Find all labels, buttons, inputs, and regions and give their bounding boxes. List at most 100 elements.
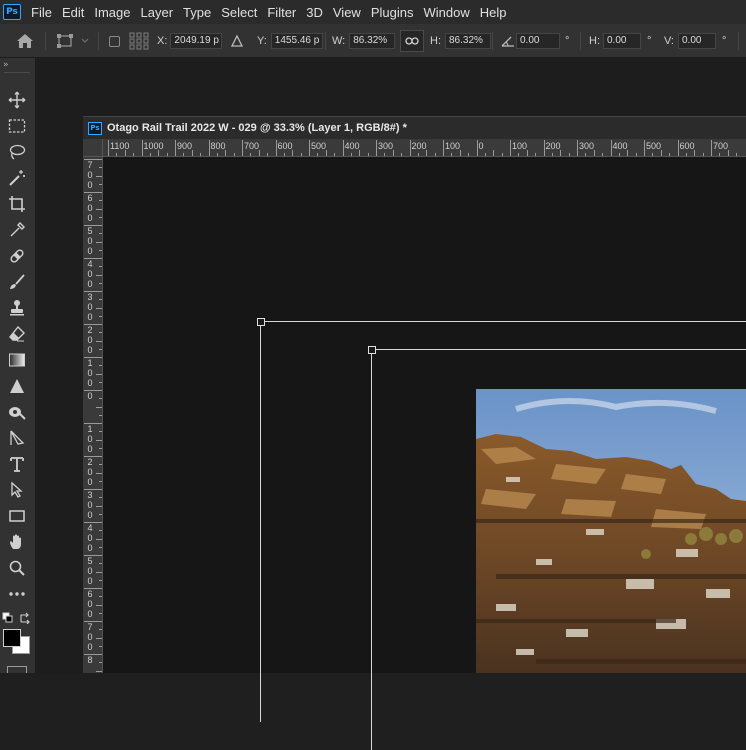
- y-position-field[interactable]: 1455.46 p: [270, 33, 323, 49]
- menu-window[interactable]: Window: [423, 5, 477, 20]
- horizontal-skew-field[interactable]: 0.00: [603, 33, 641, 49]
- healing-brush-icon[interactable]: [4, 245, 30, 267]
- ruler-minor-tick: [652, 153, 654, 156]
- dodge-icon[interactable]: [4, 401, 30, 423]
- rotate-field[interactable]: 0.00: [516, 33, 560, 49]
- ruler-left-label: 400: [87, 259, 93, 289]
- ruler-minor-tick: [392, 150, 394, 156]
- transform-handle-top-left-inner[interactable]: [368, 346, 376, 354]
- menu-filter[interactable]: Filter: [267, 5, 304, 20]
- lasso-icon[interactable]: [4, 141, 30, 163]
- clone-stamp-icon[interactable]: [4, 297, 30, 319]
- collapse-icon[interactable]: »: [3, 60, 9, 70]
- rectangle-shape-icon[interactable]: [4, 505, 30, 527]
- horizontal-ruler[interactable]: 1100 1000 900 800 700 600 500 400 300 200 100 0 100 2…: [103, 139, 746, 157]
- ruler-major-tick: [175, 140, 176, 156]
- ruler-minor-tick: [99, 629, 102, 631]
- menu-select[interactable]: Select: [221, 5, 265, 20]
- document-tab[interactable]: Ps Otago Rail Trail 2022 W - 029 @ 33.3%…: [83, 116, 746, 139]
- ruler-minor-tick: [618, 153, 620, 156]
- ruler-origin[interactable]: [83, 139, 103, 157]
- separator: [580, 32, 581, 50]
- ruler-minor-tick: [451, 153, 453, 156]
- ruler-left-label: 700: [87, 622, 93, 652]
- menu-file[interactable]: File: [31, 5, 60, 20]
- ruler-minor-tick: [99, 612, 102, 614]
- ruler-minor-tick: [317, 153, 319, 156]
- transform-handle-top-left[interactable]: [257, 318, 265, 326]
- reference-point-grid-icon[interactable]: [128, 24, 150, 58]
- v-skew-unit: °: [722, 35, 727, 47]
- ruler-minor-tick: [183, 153, 185, 156]
- ruler-left-label: 600: [87, 589, 93, 619]
- width-field[interactable]: 86.32%: [349, 33, 396, 49]
- brush-icon[interactable]: [4, 271, 30, 293]
- ruler-major-tick: [208, 140, 210, 156]
- ruler-minor-tick: [518, 153, 520, 156]
- ruler-minor-tick: [560, 150, 562, 156]
- ruler-left-label: 200: [87, 325, 93, 355]
- eyedropper-icon[interactable]: [4, 219, 30, 241]
- h-label: H:: [430, 35, 441, 47]
- vertical-ruler[interactable]: 700 600 500 400 300 200 100 0 100 200 300 400 500 600…: [83, 157, 103, 673]
- foreground-color-swatch[interactable]: [3, 629, 21, 647]
- hand-icon[interactable]: [4, 531, 30, 553]
- ruler-minor-tick: [96, 670, 102, 672]
- ruler-left-label: 300: [87, 490, 93, 520]
- layer-image-rock-outcrop[interactable]: [476, 389, 746, 673]
- link-icon[interactable]: [400, 24, 424, 58]
- menu-edit[interactable]: Edit: [62, 5, 92, 20]
- height-field[interactable]: 86.32%: [445, 33, 491, 49]
- menu-layer[interactable]: Layer: [141, 5, 182, 20]
- photoshop-logo[interactable]: Ps: [3, 4, 21, 20]
- path-selection-icon[interactable]: [4, 479, 30, 501]
- move-tool-icon[interactable]: [4, 89, 30, 111]
- home-icon[interactable]: [16, 24, 34, 58]
- quick-mask-icon[interactable]: [7, 666, 27, 673]
- ruler-minor-tick: [96, 340, 102, 342]
- ruler-minor-tick: [99, 579, 102, 581]
- transform-preset-icon[interactable]: [56, 24, 90, 58]
- menu-plugins[interactable]: Plugins: [371, 5, 422, 20]
- eraser-icon[interactable]: [4, 323, 30, 345]
- ruler-minor-tick: [501, 153, 503, 156]
- ruler-major-tick: [577, 140, 578, 156]
- swap-colors-icon[interactable]: [19, 612, 31, 627]
- ruler-left-label: 100: [87, 424, 93, 454]
- ruler-minor-tick: [334, 153, 336, 156]
- rectangular-marquee-icon[interactable]: [4, 115, 30, 137]
- gradient-icon[interactable]: [4, 349, 30, 371]
- ruler-major-tick: [677, 140, 679, 156]
- menu-help[interactable]: Help: [480, 5, 515, 20]
- ruler-minor-tick: [158, 150, 160, 156]
- ruler-minor-tick: [99, 431, 102, 433]
- ruler-major-tick: [309, 140, 310, 156]
- more-tools-icon[interactable]: [4, 583, 30, 605]
- crop-icon[interactable]: [4, 193, 30, 215]
- blur-icon[interactable]: [4, 375, 30, 397]
- vertical-skew-field[interactable]: 0.00: [678, 33, 716, 49]
- reference-point-checkbox[interactable]: [109, 24, 120, 58]
- x-position-field[interactable]: 2049.19 p: [170, 33, 223, 49]
- ruler-left-label: 100: [87, 358, 93, 388]
- zoom-icon[interactable]: [4, 557, 30, 579]
- ruler-minor-tick: [99, 662, 102, 664]
- ruler-top-label: 900: [177, 141, 193, 151]
- menu-image[interactable]: Image: [94, 5, 138, 20]
- menu-3d[interactable]: 3D: [306, 5, 331, 20]
- type-icon[interactable]: [4, 453, 30, 475]
- ruler-minor-tick: [96, 571, 102, 573]
- menu-bar: Ps File Edit Image Layer Type Select Fil…: [0, 0, 746, 24]
- magic-wand-icon[interactable]: [4, 167, 30, 189]
- ruler-minor-tick: [99, 381, 102, 383]
- ruler-major-tick: [376, 140, 377, 156]
- ruler-minor-tick: [660, 150, 662, 156]
- menu-view[interactable]: View: [333, 5, 369, 20]
- ruler-minor-tick: [133, 153, 135, 156]
- relative-position-icon[interactable]: [230, 24, 244, 58]
- menu-type[interactable]: Type: [183, 5, 219, 20]
- pen-icon[interactable]: [4, 427, 30, 449]
- default-colors-icon[interactable]: [2, 612, 14, 627]
- ruler-minor-tick: [526, 150, 528, 156]
- ruler-minor-tick: [99, 216, 102, 218]
